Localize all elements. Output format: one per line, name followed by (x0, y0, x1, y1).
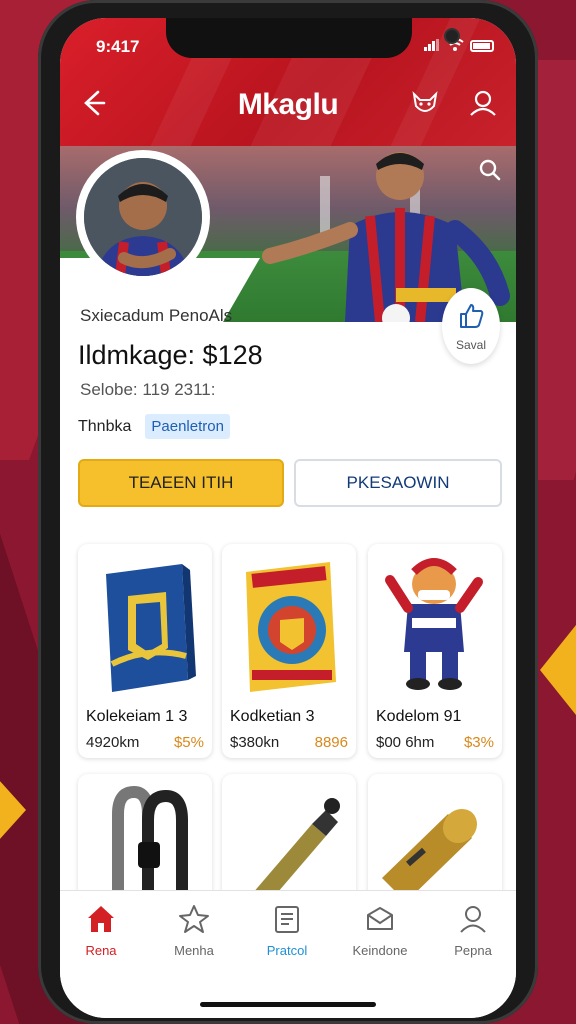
home-indicator (200, 1002, 376, 1007)
app-title: Mkaglu (237, 88, 339, 121)
device-notch (166, 18, 460, 58)
product-price: 4920km (86, 734, 140, 751)
product-card[interactable]: Kodketian 3 $380kn 8896 (222, 544, 356, 758)
product-card[interactable]: Kolekeiam 1 3 4920km $5% (78, 544, 212, 758)
share-label: Saval (455, 338, 487, 352)
tab-documents[interactable]: Pratcol (246, 903, 328, 958)
tab-profile-label: Pepna (454, 943, 492, 958)
product-subline: Selobe: 119 2311: (80, 380, 216, 399)
status-badge[interactable]: Paenletron (145, 414, 230, 439)
product-name: Kolekeiam 1 3 (86, 708, 188, 725)
product-card[interactable]: Kodelom 91 $00 6hm $3% (368, 544, 502, 758)
tab-favorites-label: Menha (174, 943, 214, 958)
primary-action-button[interactable]: TEAEEN ITIH (78, 459, 284, 507)
avatar[interactable] (84, 158, 202, 276)
tab-gifts-label: Keindone (352, 943, 408, 958)
bottom-tab-bar: Rena Menha Pratcol Keindone Pepna (60, 890, 516, 1018)
product-discount: $5% (173, 734, 204, 751)
product-image-box (78, 544, 212, 700)
app-screen: 9:417 Mkaglu Sxiecadum PenoAls Saval Ild… (60, 18, 516, 1018)
tag-label: Thnbka (78, 417, 132, 435)
product-price: $00 6hm (376, 734, 435, 751)
status-icons (424, 38, 494, 54)
thumbs-up-icon (457, 302, 485, 335)
document-icon (246, 903, 328, 935)
tab-documents-label: Pratcol (266, 943, 308, 958)
product-image-box (368, 544, 502, 700)
search-icon[interactable] (478, 158, 502, 182)
person-icon (432, 903, 514, 935)
share-button[interactable]: Saval (442, 288, 500, 364)
mascot-icon[interactable] (410, 88, 440, 118)
product-price: $380kn (230, 734, 280, 751)
product-name: Kodelom 91 (376, 708, 462, 725)
tab-home[interactable]: Rena (60, 903, 142, 958)
home-icon (60, 903, 142, 935)
product-headline: Ildmkage: $128 (78, 340, 263, 370)
tab-favorites[interactable]: Menha (153, 903, 235, 958)
gift-icon (339, 903, 421, 935)
product-discount: $3% (463, 734, 494, 751)
profile-icon[interactable] (468, 88, 498, 118)
battery-icon (470, 40, 494, 52)
profile-name: Sxiecadum PenoAls (80, 306, 233, 325)
signal-icon (424, 38, 440, 54)
product-image-box (222, 544, 356, 700)
product-discount: 8896 (314, 734, 348, 751)
secondary-action-button[interactable]: PKESAOWIN (294, 459, 502, 507)
tab-home-label: Rena (85, 943, 117, 958)
product-name: Kodketian 3 (230, 708, 315, 725)
star-icon (153, 903, 235, 935)
tab-profile[interactable]: Pepna (432, 903, 514, 958)
tag-row: Thnbka Paenletron (78, 414, 230, 439)
tab-gifts[interactable]: Keindone (339, 903, 421, 958)
status-time: 9:417 (96, 37, 140, 56)
